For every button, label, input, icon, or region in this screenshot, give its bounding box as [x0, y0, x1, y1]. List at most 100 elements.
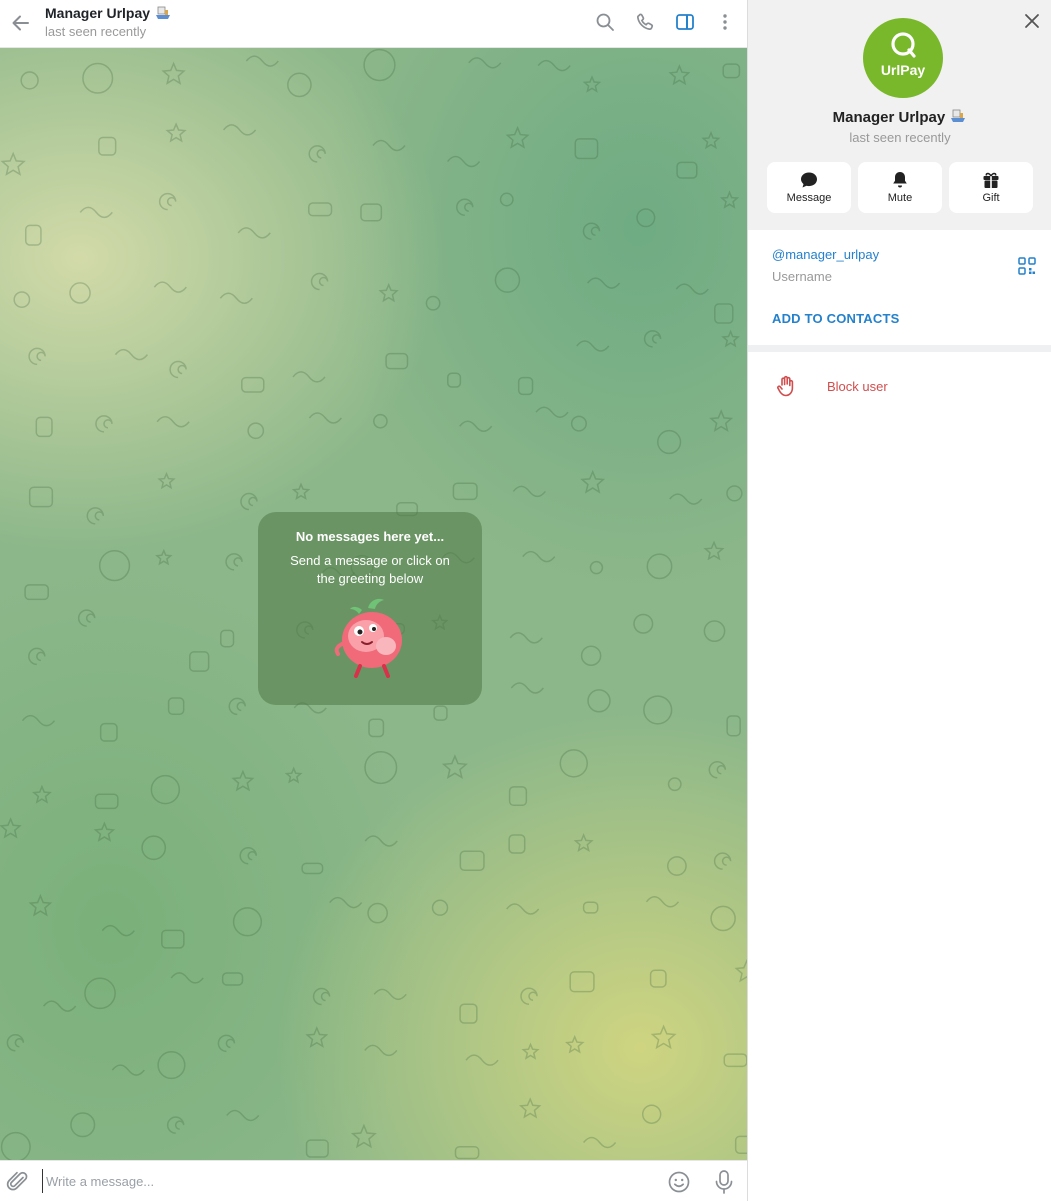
- doodle-shape: [157, 1050, 186, 1080]
- mute-button[interactable]: Mute: [858, 162, 942, 213]
- doodle-shape: [111, 1064, 145, 1076]
- block-user-button[interactable]: Block user: [748, 352, 1051, 420]
- add-to-contacts-button[interactable]: ADD TO CONTACTS: [772, 311, 899, 326]
- attach-button[interactable]: [6, 1170, 30, 1194]
- doodle-shape: [373, 988, 407, 1001]
- chat-background: No messages here yet... Send a message o…: [0, 48, 747, 1160]
- doodle-shape: [535, 406, 569, 418]
- close-panel-button[interactable]: [1022, 11, 1042, 31]
- doodle-shape: [719, 190, 740, 209]
- more-options-button[interactable]: [713, 10, 737, 34]
- profile-info: @manager_urlpay Username ADD TO CONTACTS: [748, 230, 1051, 345]
- doodle-shape: [570, 415, 587, 432]
- message-button[interactable]: Message: [767, 162, 851, 213]
- gift-icon: [983, 172, 999, 188]
- gift-button[interactable]: Gift: [949, 162, 1033, 213]
- doodle-shape: [576, 340, 610, 352]
- doodle-shape: [586, 277, 621, 289]
- call-button[interactable]: [633, 10, 657, 34]
- peach-sticker-icon: [334, 598, 402, 678]
- doodle-shape: [574, 138, 599, 160]
- doodle-shape: [723, 1053, 747, 1068]
- profile-name-text: Manager Urlpay: [832, 109, 946, 126]
- doodle-shape: [582, 901, 599, 914]
- doodle-shape: [645, 896, 680, 908]
- doodle-shape: [217, 1034, 236, 1053]
- doodle-shape: [301, 862, 324, 875]
- doodle-shape: [94, 793, 119, 810]
- avatar[interactable]: UrlPay: [863, 18, 943, 98]
- sidebar-panel-icon: [676, 14, 694, 30]
- doodle-shape: [499, 192, 514, 207]
- doodle-shape: [364, 751, 398, 785]
- doodle-shape: [13, 291, 31, 309]
- doodle-shape: [237, 227, 271, 239]
- doodle-shape: [101, 924, 135, 937]
- greeting-sticker[interactable]: [332, 594, 412, 680]
- doodle-shape: [98, 550, 131, 582]
- doodle-shape: [308, 145, 326, 163]
- doodle-shape: [305, 1139, 329, 1158]
- doodle-shape: [459, 1003, 478, 1024]
- doodle-shape: [433, 705, 448, 721]
- doodle-shape: [646, 553, 673, 580]
- toggle-sidebar-button[interactable]: [673, 10, 697, 34]
- more-vertical-icon: [723, 14, 727, 30]
- doodle-shape: [452, 482, 478, 501]
- doodle-shape: [153, 281, 187, 293]
- doodle-shape: [161, 929, 185, 949]
- doodle-shape: [364, 1044, 398, 1057]
- doodle-shape: [150, 774, 181, 805]
- doodle-shape: [649, 969, 667, 988]
- doodle-shape: [86, 507, 105, 525]
- microphone-icon: [715, 1170, 733, 1194]
- doodle-shape: [643, 695, 673, 725]
- doodle-shape: [360, 203, 383, 222]
- smile-icon: [668, 1171, 690, 1193]
- doodle-shape: [363, 48, 396, 82]
- doodle-shape: [494, 267, 521, 293]
- mute-button-label: Mute: [887, 192, 913, 204]
- doodle-shape: [441, 754, 468, 779]
- doodle-shape: [666, 856, 687, 876]
- doodle-shape: [225, 553, 243, 571]
- chat-title[interactable]: Manager Urlpay: [45, 4, 172, 22]
- doodle-shape: [158, 192, 177, 211]
- doodle-shape: [43, 1000, 77, 1012]
- doodle-shape: [726, 715, 741, 737]
- doodle-shape: [292, 371, 326, 383]
- doodle-shape: [521, 1042, 540, 1060]
- doodle-shape: [28, 347, 46, 366]
- chat-area: Manager Urlpay last seen recently No mes…: [0, 0, 747, 1201]
- back-button[interactable]: [8, 10, 34, 36]
- doodle-shape: [169, 360, 187, 379]
- message-input[interactable]: [42, 1169, 642, 1193]
- doodle-shape: [636, 208, 656, 228]
- header-actions: [593, 10, 737, 34]
- doodle-shape: [465, 1054, 499, 1066]
- section-divider: [748, 345, 1051, 352]
- search-button[interactable]: [593, 10, 617, 34]
- doodle-shape: [669, 493, 703, 505]
- empty-chat-title: No messages here yet...: [295, 529, 445, 544]
- doodle-shape: [367, 902, 388, 924]
- emoji-button[interactable]: [667, 1170, 691, 1194]
- phone-icon: [637, 13, 654, 30]
- arrow-left-icon: [12, 15, 29, 31]
- doodle-shape: [446, 155, 481, 168]
- doodle-shape: [676, 161, 698, 179]
- doodle-shape: [509, 632, 543, 644]
- qr-code-button[interactable]: [1018, 257, 1036, 275]
- doodle-shape: [6, 1034, 25, 1052]
- doodle-shape: [459, 420, 493, 432]
- doodle-shape: [166, 1116, 185, 1134]
- username-link[interactable]: @manager_urlpay: [772, 247, 879, 262]
- doodle-shape: [701, 130, 721, 150]
- doodle-shape: [155, 548, 173, 566]
- doodle-shape: [667, 777, 682, 792]
- doodle-shape: [284, 766, 303, 784]
- doodle-shape: [734, 1135, 747, 1155]
- doodle-shape: [305, 1026, 329, 1048]
- voice-record-button[interactable]: [712, 1169, 736, 1195]
- ship-emoji-icon: [951, 109, 966, 122]
